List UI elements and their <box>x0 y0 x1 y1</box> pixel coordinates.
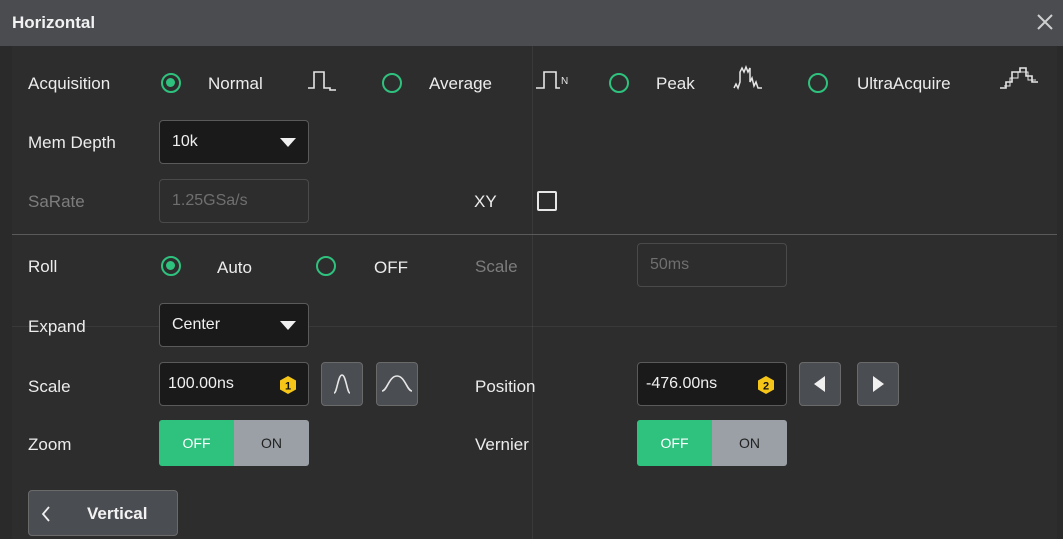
acquisition-normal-radio[interactable] <box>161 73 181 93</box>
roll-off-radio[interactable] <box>316 256 336 276</box>
roll-scale-field: 50ms <box>637 243 787 287</box>
acquisition-peak-label: Peak <box>656 74 695 93</box>
knob-2-icon: 2 <box>758 376 774 394</box>
roll-auto-radio[interactable] <box>161 256 181 276</box>
zoom-toggle[interactable]: OFF ON <box>159 420 309 466</box>
sarate-field: 1.25GSa/s <box>159 179 309 223</box>
roll-label: Roll <box>28 257 58 276</box>
position-label: Position <box>475 377 536 396</box>
sarate-label: SaRate <box>28 192 85 211</box>
triangle-right-icon <box>873 376 884 392</box>
xy-checkbox[interactable] <box>537 191 557 211</box>
mem-depth-dropdown[interactable]: 10k <box>159 120 309 164</box>
chevron-down-icon <box>280 138 296 147</box>
expand-dropdown[interactable]: Center <box>159 303 309 347</box>
scale-value: 100.00ns <box>168 375 234 392</box>
acquisition-average-label: Average <box>429 74 493 93</box>
acquisition-peak-radio[interactable] <box>609 73 629 93</box>
normal-wave-icon <box>308 71 336 91</box>
roll-auto-label: Auto <box>217 258 252 277</box>
window-title: Horizontal <box>12 13 96 32</box>
expand-value: Center <box>172 316 221 333</box>
roll-scale-value: 50ms <box>650 256 690 273</box>
scale-coarse-button[interactable] <box>376 362 418 406</box>
zoom-on-segment[interactable]: ON <box>234 420 309 466</box>
acquisition-average-radio[interactable] <box>382 73 402 93</box>
vernier-on-segment[interactable]: ON <box>712 420 787 466</box>
vernier-off-segment[interactable]: OFF <box>637 420 712 466</box>
vertical-nav-label: Vertical <box>87 504 148 523</box>
position-right-button[interactable] <box>857 362 899 406</box>
position-left-button[interactable] <box>799 362 841 406</box>
horizontal-panel: Acquisition Normal Average N Peak UltraA… <box>12 46 1057 539</box>
chevron-left-icon <box>41 506 50 522</box>
peak-wave-icon <box>733 64 762 90</box>
zoom-off-segment[interactable]: OFF <box>159 420 234 466</box>
scale-input[interactable]: 100.00ns 1 <box>159 362 309 406</box>
vernier-toggle[interactable]: OFF ON <box>637 420 787 466</box>
acquisition-ultraacquire-label: UltraAcquire <box>857 74 951 93</box>
ultraacquire-wave-icon <box>1000 67 1038 89</box>
chevron-down-icon <box>280 321 296 330</box>
position-value: -476.00ns <box>646 375 718 392</box>
mem-depth-label: Mem Depth <box>28 133 116 152</box>
svg-text:1: 1 <box>285 381 291 393</box>
scale-fine-button[interactable] <box>321 362 363 406</box>
zoom-label: Zoom <box>28 435 72 454</box>
triangle-left-icon <box>814 376 825 392</box>
svg-text:N: N <box>561 76 568 87</box>
vertical-nav-button[interactable]: Vertical <box>28 490 178 536</box>
knob-1-icon: 1 <box>280 376 296 394</box>
svg-text:2: 2 <box>763 381 769 393</box>
scale-label: Scale <box>28 377 71 396</box>
position-input[interactable]: -476.00ns 2 <box>637 362 787 406</box>
roll-off-label: OFF <box>374 258 408 277</box>
narrow-sine-icon <box>333 374 351 394</box>
roll-scale-label: Scale <box>475 257 518 276</box>
wide-sine-icon <box>381 375 413 392</box>
xy-label: XY <box>474 192 497 211</box>
mem-depth-value: 10k <box>172 133 198 150</box>
acquisition-ultraacquire-radio[interactable] <box>808 73 828 93</box>
grid-line <box>532 46 533 539</box>
vernier-label: Vernier <box>475 435 529 454</box>
acquisition-normal-label: Normal <box>208 74 263 93</box>
expand-label: Expand <box>28 317 86 336</box>
acquisition-label: Acquisition <box>28 74 111 93</box>
close-icon[interactable] <box>1033 10 1057 34</box>
divider <box>12 234 1057 235</box>
average-wave-icon: N <box>536 71 568 89</box>
title-bar: Horizontal <box>0 0 1063 46</box>
sarate-value: 1.25GSa/s <box>172 192 248 209</box>
